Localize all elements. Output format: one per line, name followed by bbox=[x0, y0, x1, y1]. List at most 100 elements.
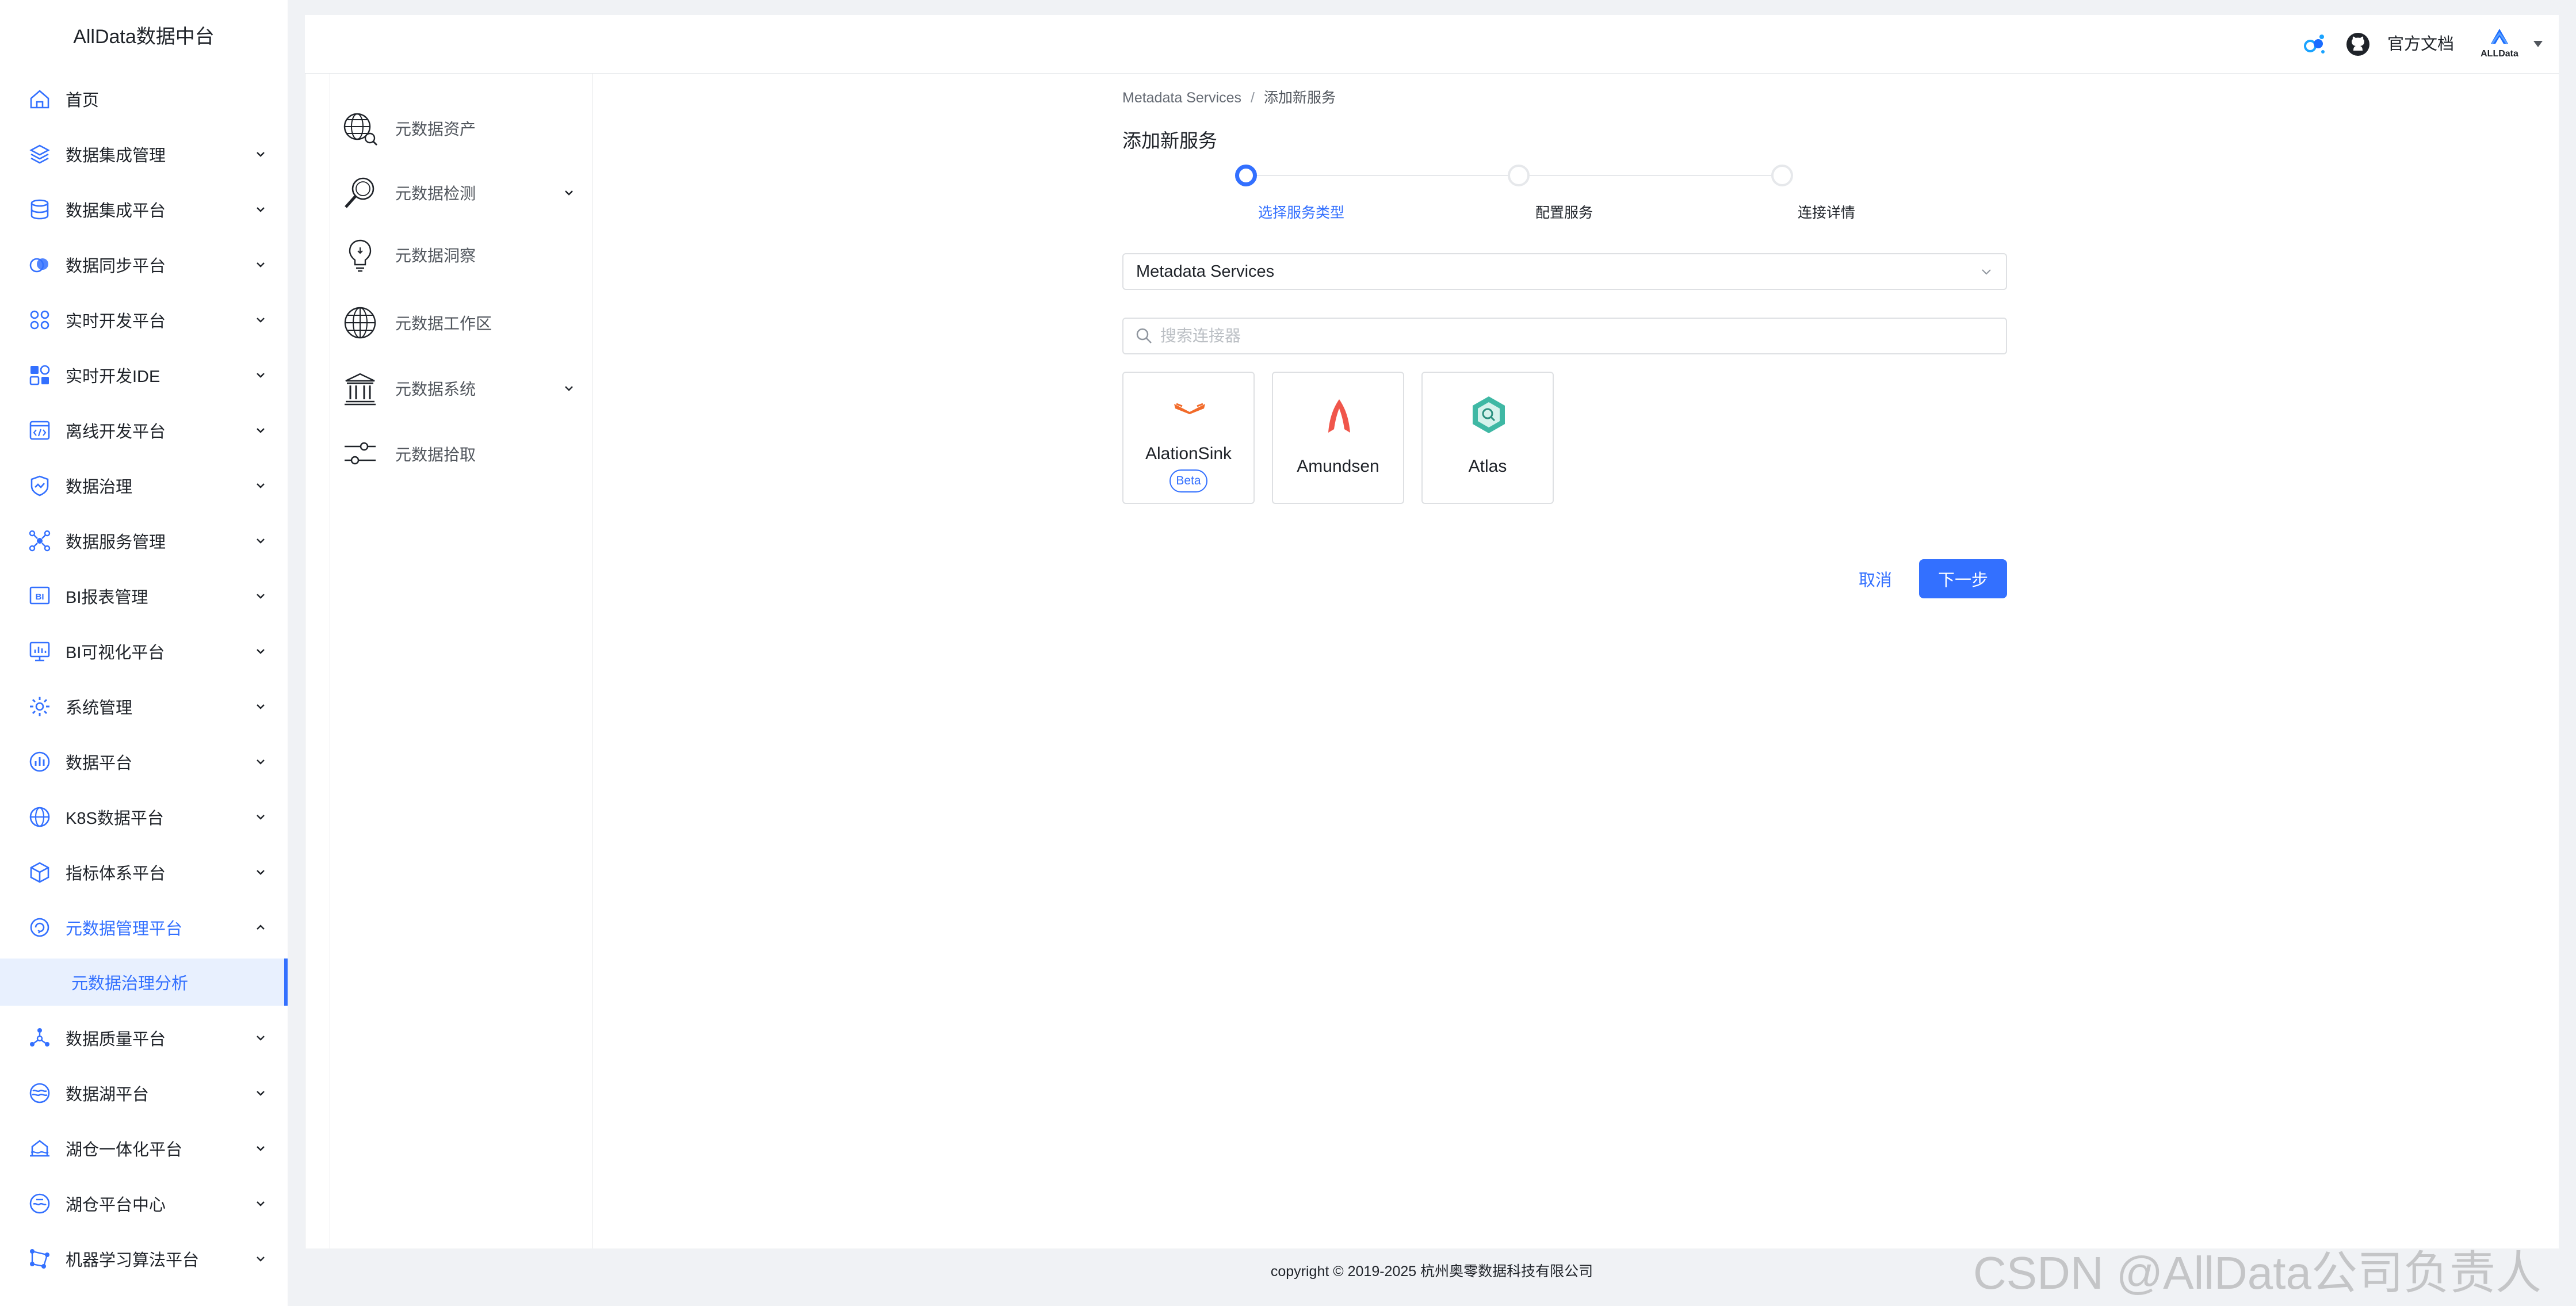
sidebar-item-label: 数据质量平台 bbox=[66, 1030, 166, 1049]
sidebar-item[interactable]: 元数据管理平台 bbox=[0, 900, 288, 955]
subnav-item-label: 元数据拾取 bbox=[395, 446, 476, 464]
sidebar-item-label: 实时开发IDE bbox=[66, 368, 160, 386]
nodes-icon bbox=[28, 1026, 52, 1050]
sidebar-item[interactable]: 湖仓平台中心 bbox=[0, 1176, 288, 1231]
step-1-dot bbox=[1235, 165, 1257, 186]
sidebar-item[interactable]: 实时开发IDE bbox=[0, 347, 288, 403]
sidebar-item[interactable]: BI可视化平台 bbox=[0, 624, 288, 679]
chevron-down-icon[interactable] bbox=[562, 186, 576, 200]
breadcrumb: Metadata Services / 添加新服务 bbox=[1122, 86, 1336, 107]
chevron-down-icon bbox=[254, 1087, 267, 1099]
cancel-button[interactable]: 取消 bbox=[1847, 559, 1904, 598]
chevron-down-icon bbox=[1979, 265, 1993, 278]
svg-text:BI: BI bbox=[36, 592, 44, 602]
globe-grid-icon bbox=[341, 304, 379, 342]
chevron-down-icon bbox=[254, 755, 267, 768]
svg-text:ALLData: ALLData bbox=[2481, 49, 2518, 59]
sidebar-item-label: 数据治理 bbox=[66, 478, 133, 497]
step-connector bbox=[1528, 175, 1774, 176]
globe-search-icon bbox=[341, 109, 379, 147]
caret-down-icon[interactable] bbox=[2531, 37, 2545, 51]
atlas-logo bbox=[1469, 395, 1509, 435]
breadcrumb-parent[interactable]: Metadata Services bbox=[1122, 90, 1241, 106]
lake-icon bbox=[28, 1081, 52, 1105]
lightbulb-icon bbox=[341, 236, 379, 274]
sidebar-item-label: BI报表管理 bbox=[66, 589, 148, 607]
chevron-down-icon bbox=[254, 1142, 267, 1155]
sidebar-item-label: 数据集成平台 bbox=[66, 202, 166, 220]
subnav-item[interactable]: 元数据拾取 bbox=[330, 422, 593, 486]
sidebar-item-label: K8S数据平台 bbox=[66, 809, 164, 828]
monitor-chart-icon bbox=[28, 639, 52, 663]
shield-chart-icon bbox=[28, 473, 52, 498]
sidebar-item[interactable]: 机器学习算法平台 bbox=[0, 1231, 288, 1286]
subnav-item[interactable]: 元数据系统 bbox=[330, 357, 593, 420]
network-icon bbox=[28, 529, 52, 553]
sidebar-item[interactable]: 湖仓一体化平台 bbox=[0, 1121, 288, 1176]
chevron-down-icon bbox=[254, 369, 267, 381]
sidebar-item[interactable]: 首页 bbox=[0, 71, 288, 127]
service-type-select[interactable]: Metadata Services bbox=[1122, 253, 2007, 290]
chevron-down-icon bbox=[254, 1032, 267, 1044]
sidebar-subitem-metadata-analysis[interactable]: 元数据治理分析 bbox=[0, 959, 288, 1006]
user-avatar[interactable]: ALLData bbox=[2474, 26, 2525, 62]
sync-icon bbox=[28, 253, 52, 277]
connector-name: Amundsen bbox=[1297, 457, 1379, 476]
sidebar-item[interactable]: 数据集成平台 bbox=[0, 182, 288, 237]
ide-icon bbox=[28, 363, 52, 387]
sidebar-item-label: 数据湖平台 bbox=[66, 1086, 150, 1104]
chevron-down-icon bbox=[254, 811, 267, 823]
subnav-item[interactable]: 元数据资产 bbox=[330, 97, 593, 160]
chevron-down-icon[interactable] bbox=[562, 381, 576, 395]
connector-search[interactable] bbox=[1122, 318, 2007, 354]
database-icon bbox=[28, 197, 52, 222]
github-icon[interactable] bbox=[2345, 31, 2371, 58]
sidebar-item[interactable]: 系统管理 bbox=[0, 679, 288, 734]
chevron-down-icon bbox=[254, 1197, 267, 1210]
settings-icon bbox=[28, 694, 52, 719]
subnav-item[interactable]: 元数据检测 bbox=[330, 161, 593, 224]
sidebar-item-label: 系统管理 bbox=[66, 699, 133, 717]
service-type-value: Metadata Services bbox=[1136, 262, 1275, 281]
connect-icon[interactable] bbox=[2301, 31, 2327, 58]
sidebar-item[interactable]: 数据质量平台 bbox=[0, 1010, 288, 1066]
sidebar-item[interactable]: K8S数据平台 bbox=[0, 789, 288, 845]
subnav-item[interactable]: 元数据工作区 bbox=[330, 291, 593, 354]
connector-card-amundsen[interactable]: Amundsen bbox=[1272, 372, 1404, 504]
chevron-down-icon bbox=[254, 866, 267, 879]
next-button[interactable]: 下一步 bbox=[1919, 559, 2007, 598]
sidebar-subitem-label: 元数据治理分析 bbox=[71, 975, 189, 993]
docs-link[interactable]: 官方文档 bbox=[2387, 15, 2454, 74]
step-3-label: 连接详情 bbox=[1797, 205, 1856, 221]
chevron-down-icon bbox=[254, 314, 267, 326]
sidebar-item[interactable]: 数据湖平台 bbox=[0, 1066, 288, 1121]
bi-report-icon: BI bbox=[28, 584, 52, 608]
search-input[interactable] bbox=[1160, 327, 1966, 345]
connector-card-alationsink[interactable]: AlationSink Beta bbox=[1122, 372, 1255, 504]
subnav-item[interactable]: 元数据洞察 bbox=[330, 223, 593, 287]
connector-card-atlas[interactable]: Atlas bbox=[1421, 372, 1554, 504]
sidebar-item-label: 指标体系平台 bbox=[66, 865, 166, 883]
sidebar-item[interactable]: 离线开发平台 bbox=[0, 403, 288, 458]
search-icon bbox=[1135, 327, 1153, 345]
sidebar-item-label: 离线开发平台 bbox=[66, 423, 166, 441]
sidebar-item[interactable]: 数据集成管理 bbox=[0, 127, 288, 182]
chevron-down-icon bbox=[254, 479, 267, 492]
app-title: AllData数据中台 bbox=[73, 25, 215, 48]
connector-name: AlationSink bbox=[1145, 444, 1232, 463]
sidebar-item[interactable]: 数据平台 bbox=[0, 734, 288, 789]
sidebar-item-label: 湖仓一体化平台 bbox=[66, 1141, 183, 1159]
sidebar-item-label: 湖仓平台中心 bbox=[66, 1196, 166, 1215]
step-connector bbox=[1252, 175, 1512, 176]
sidebar-item[interactable]: 指标体系平台 bbox=[0, 845, 288, 900]
chevron-down-icon bbox=[254, 258, 267, 271]
sidebar-item[interactable]: BI BI报表管理 bbox=[0, 568, 288, 624]
sidebar-item[interactable]: 实时开发平台 bbox=[0, 292, 288, 347]
sidebar-item[interactable]: 数据同步平台 bbox=[0, 237, 288, 292]
sidebar-item-label: BI可视化平台 bbox=[66, 644, 165, 662]
bar-chart-icon bbox=[28, 750, 52, 774]
sidebar-item[interactable]: 数据治理 bbox=[0, 458, 288, 513]
code-window-icon bbox=[28, 418, 52, 442]
chevron-down-icon bbox=[254, 148, 267, 161]
sidebar-item[interactable]: 数据服务管理 bbox=[0, 513, 288, 568]
